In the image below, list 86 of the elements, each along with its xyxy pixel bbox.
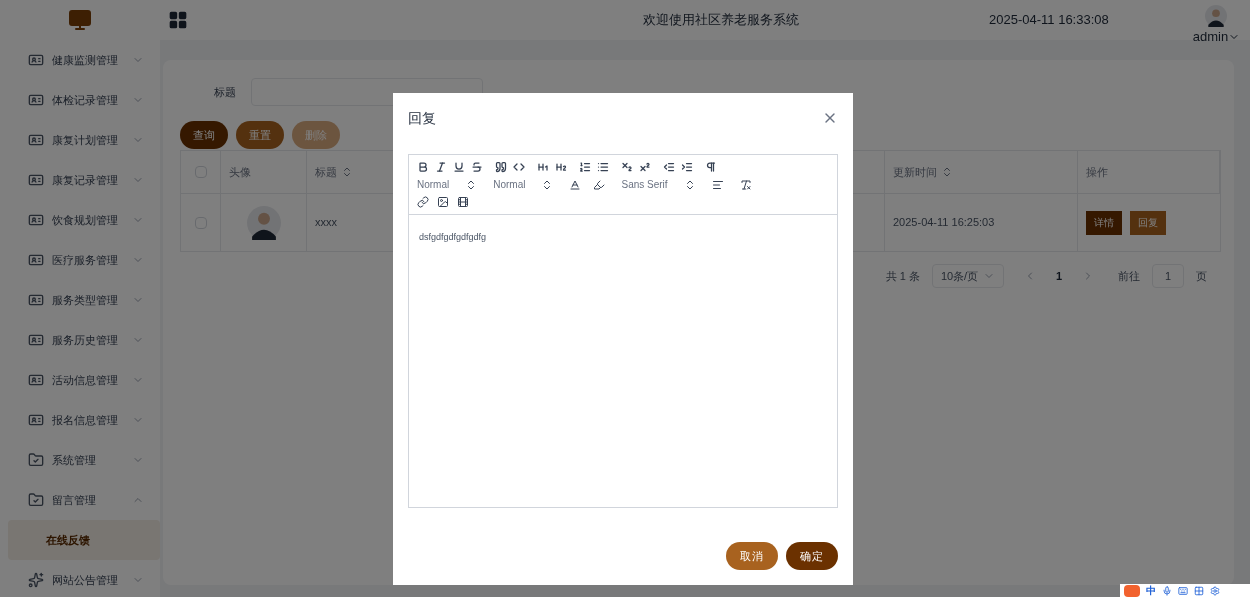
highlight-icon[interactable] (593, 178, 606, 191)
superscript-icon[interactable] (639, 161, 651, 173)
indent-icon[interactable] (681, 161, 693, 173)
total-count: 共 1 条 (885, 268, 920, 284)
editor-content[interactable]: dsfgdfgdfgdfgdfg (419, 232, 487, 242)
sidebar-item[interactable]: 康复计划管理 (0, 120, 160, 160)
sidebar-item[interactable]: 体检记录管理 (0, 80, 160, 120)
column-header: 头像 (229, 164, 251, 180)
strikethrough-icon[interactable] (471, 161, 483, 173)
table-cell-text: 2025-04-11 16:25:03 (893, 215, 995, 231)
monitor-logo-icon (68, 8, 92, 32)
sidebar-item[interactable]: 活动信息管理 (0, 360, 160, 400)
sidebar-item[interactable]: 服务类型管理 (0, 280, 160, 320)
card-icon (28, 292, 44, 308)
ordered-list-icon[interactable] (579, 161, 591, 173)
sidebar-item[interactable]: 系统管理 (0, 440, 160, 480)
user-avatar (1205, 5, 1228, 28)
table-cell-text: xxxx (315, 215, 337, 231)
current-datetime: 2025-04-11 16:33:08 (989, 11, 1109, 30)
sidebar-item[interactable]: 服务历史管理 (0, 320, 160, 360)
format-select[interactable]: Normal (417, 177, 478, 192)
sort-icon (341, 166, 353, 178)
menu-grid-icon[interactable] (168, 10, 188, 30)
card-icon (28, 372, 44, 388)
folder-icon (28, 452, 44, 468)
sparkle-icon (28, 572, 44, 588)
underline-icon[interactable] (453, 161, 465, 173)
subscript-icon[interactable] (621, 161, 633, 173)
sort-icon (941, 166, 953, 178)
font-color-icon[interactable] (569, 178, 582, 191)
card-icon (28, 332, 44, 348)
outdent-icon[interactable] (663, 161, 675, 173)
card-icon (28, 412, 44, 428)
action-button[interactable]: 查询 (180, 121, 228, 149)
card-icon (28, 52, 44, 68)
user-menu[interactable]: admin (1192, 27, 1241, 47)
sidebar-item[interactable]: 留言管理 (0, 480, 160, 520)
bold-icon[interactable] (417, 161, 429, 173)
format-select[interactable]: Normal (493, 177, 554, 192)
sidebar-item[interactable]: 医疗服务管理 (0, 240, 160, 280)
sidebar-subitem[interactable]: 在线反馈 (8, 520, 160, 560)
bullet-list-icon[interactable] (597, 161, 609, 173)
system-title: 欢迎使用社区养老服务系统 (643, 11, 799, 30)
apps-icon[interactable] (1194, 585, 1204, 596)
clear-format-icon[interactable] (739, 178, 752, 191)
dialog-button[interactable]: 确定 (786, 542, 838, 570)
format-select[interactable]: Sans Serif (621, 177, 696, 192)
column-header: 操作 (1086, 164, 1108, 180)
video-icon[interactable] (457, 196, 469, 208)
heading-one-icon[interactable] (537, 161, 549, 173)
card-icon (28, 92, 44, 108)
italic-icon[interactable] (435, 161, 447, 173)
card-icon (28, 252, 44, 268)
row-action-button[interactable]: 详情 (1086, 210, 1122, 235)
card-icon (28, 132, 44, 148)
settings-icon[interactable] (1210, 585, 1220, 596)
image-icon[interactable] (437, 196, 449, 208)
heading-two-icon[interactable] (555, 161, 567, 173)
goto-label: 前往 (1118, 268, 1140, 284)
input-mode[interactable]: 中 (1146, 585, 1156, 596)
page-number[interactable]: 1 (1047, 267, 1070, 285)
microphone-icon[interactable] (1162, 585, 1172, 596)
page-size-select[interactable]: 10条/页 (931, 264, 1004, 288)
row-action-button[interactable]: 回复 (1130, 210, 1166, 235)
action-button[interactable]: 重置 (236, 121, 284, 149)
column-header[interactable]: 标题 (315, 163, 353, 181)
ime-logo-icon (1124, 584, 1140, 597)
sidebar-item[interactable]: 网站公告管理 (0, 560, 160, 597)
column-header[interactable]: 更新时间 (893, 163, 953, 181)
field-label: 标题 (214, 84, 236, 100)
code-icon[interactable] (513, 161, 525, 173)
card-icon (28, 212, 44, 228)
sidebar-item[interactable]: 报名信息管理 (0, 400, 160, 440)
link-icon[interactable] (417, 196, 429, 208)
keyboard-icon[interactable] (1178, 585, 1188, 596)
dialog-button[interactable]: 取消 (726, 542, 778, 570)
sidebar-item[interactable]: 康复记录管理 (0, 160, 160, 200)
quote-icon[interactable] (495, 161, 507, 173)
goto-suffix: 页 (1196, 268, 1207, 284)
align-left-icon[interactable] (711, 178, 724, 191)
pilcrow-icon[interactable] (705, 161, 717, 173)
goto-page-field[interactable]: 1 (1152, 264, 1184, 288)
sidebar-item[interactable]: 饮食规划管理 (0, 200, 160, 240)
card-icon (28, 172, 44, 188)
dialog-title: 回复 (408, 108, 436, 128)
folder-icon (28, 492, 44, 508)
